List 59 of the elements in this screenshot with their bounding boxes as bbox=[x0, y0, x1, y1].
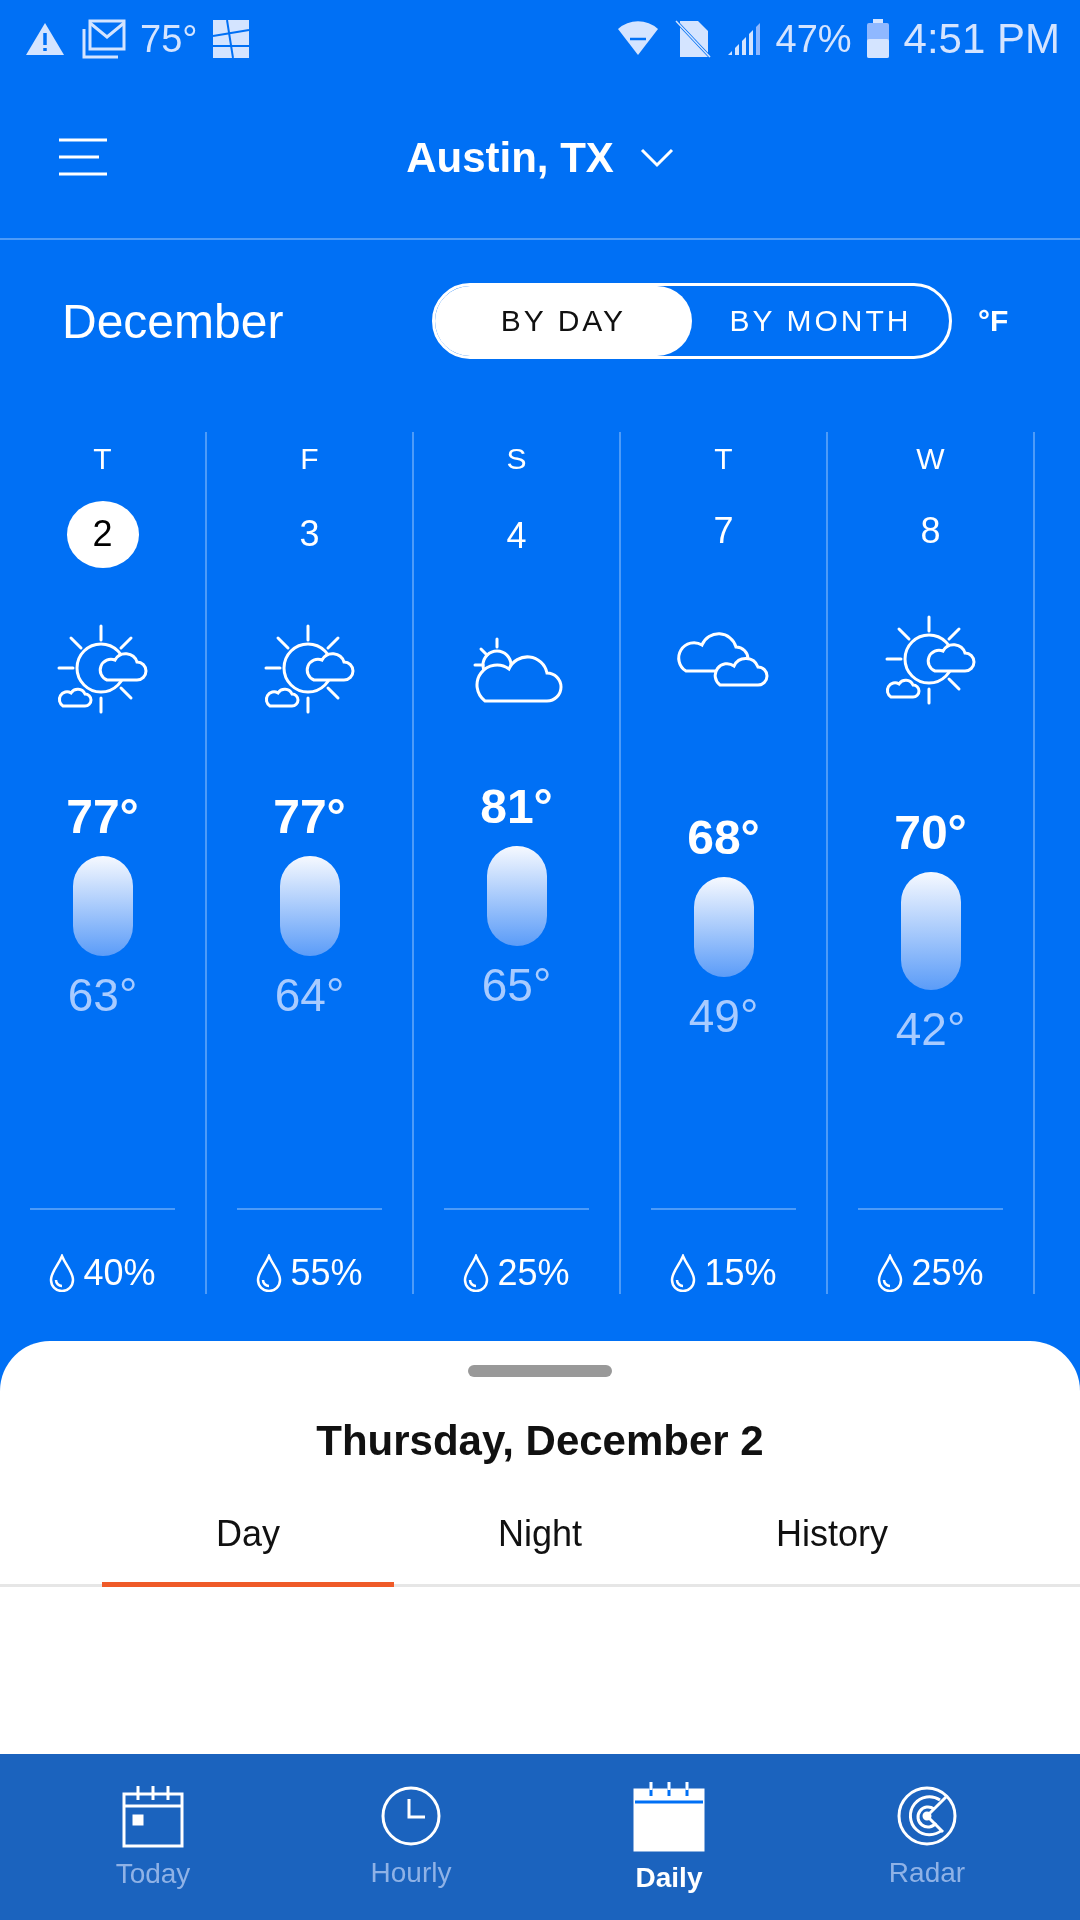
clock-icon bbox=[380, 1785, 442, 1847]
high-temperature: 77° bbox=[66, 788, 139, 844]
weekday-label: T bbox=[714, 442, 733, 477]
warning-icon bbox=[24, 21, 66, 57]
clock-time: 4:51 PM bbox=[903, 15, 1060, 63]
month-label: December bbox=[62, 293, 285, 349]
battery-percent: 47% bbox=[775, 17, 852, 61]
high-temperature: 70° bbox=[894, 805, 967, 860]
weekday-label: W bbox=[916, 442, 945, 477]
precipitation-chance: 40% bbox=[83, 1252, 156, 1294]
drag-handle[interactable] bbox=[468, 1365, 612, 1377]
date-button[interactable]: 7 bbox=[687, 499, 760, 563]
detail-tab[interactable]: Night bbox=[394, 1505, 686, 1587]
detail-title: Thursday, December 2 bbox=[316, 1417, 764, 1465]
raindrop-icon bbox=[670, 1254, 697, 1292]
menu-icon bbox=[57, 136, 109, 177]
raindrop-icon bbox=[49, 1254, 76, 1292]
low-temperature: 65° bbox=[481, 958, 552, 1013]
low-temperature: 63° bbox=[67, 967, 138, 1022]
high-temperature: 77° bbox=[273, 788, 346, 844]
weekday-label: F bbox=[300, 442, 319, 477]
nav-tab[interactable]: Radar bbox=[798, 1754, 1056, 1920]
precipitation-chance: 15% bbox=[704, 1252, 777, 1294]
precipitation-chance: 25% bbox=[911, 1252, 984, 1294]
raindrop-icon bbox=[256, 1254, 283, 1292]
detail-tab[interactable]: Day bbox=[102, 1505, 394, 1587]
date-button[interactable]: 2 bbox=[66, 501, 139, 568]
low-temperature: 64° bbox=[274, 967, 345, 1022]
date-button[interactable]: 3 bbox=[273, 501, 346, 568]
unit-button[interactable]: °F bbox=[978, 304, 1009, 338]
precipitation-chance: 25% bbox=[497, 1252, 570, 1294]
high-temperature: 68° bbox=[687, 809, 760, 865]
calendar-icon bbox=[633, 1780, 705, 1852]
nav-tab[interactable]: Today bbox=[24, 1754, 282, 1920]
raindrop-icon bbox=[877, 1254, 904, 1292]
patchwork-icon bbox=[211, 18, 252, 60]
high-temperature: 81° bbox=[480, 779, 553, 835]
low-temperature: 42° bbox=[895, 1001, 966, 1056]
nav-tab[interactable]: Daily bbox=[540, 1754, 798, 1920]
wifi-icon bbox=[615, 21, 660, 57]
raindrop-icon bbox=[463, 1254, 490, 1292]
date-button[interactable]: 8 bbox=[894, 499, 967, 564]
battery-icon bbox=[865, 19, 890, 59]
precipitation-chance: 55% bbox=[290, 1252, 363, 1294]
view-toggle-option[interactable]: BY DAY bbox=[435, 286, 692, 356]
weekday-label: T bbox=[93, 442, 112, 477]
radar-icon bbox=[896, 1785, 958, 1847]
calendar-icon bbox=[122, 1784, 184, 1848]
weekday-label: S bbox=[506, 442, 527, 477]
nav-tab[interactable]: Hourly bbox=[282, 1754, 540, 1920]
date-button[interactable]: 4 bbox=[480, 502, 553, 571]
detail-tab[interactable]: History bbox=[686, 1505, 978, 1587]
view-toggle-option[interactable]: BY MONTH bbox=[692, 286, 949, 356]
temperature-text: 75° bbox=[140, 17, 198, 61]
no-sim-icon bbox=[673, 19, 712, 59]
mail-icon bbox=[80, 19, 126, 59]
chevron-down-icon bbox=[639, 148, 674, 168]
location-selector[interactable]: Austin, TX bbox=[406, 134, 674, 182]
low-temperature: 49° bbox=[688, 988, 759, 1043]
